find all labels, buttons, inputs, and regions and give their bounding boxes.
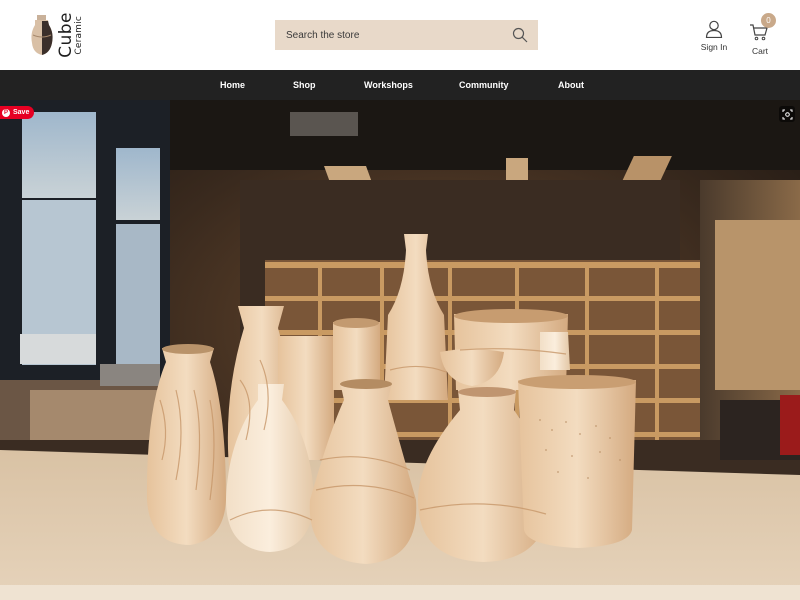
search-input[interactable] — [275, 20, 500, 50]
search-bar — [275, 20, 538, 50]
brand-logo[interactable]: Ceramic Cube — [30, 10, 90, 60]
brand-line-1: Ceramic — [74, 15, 84, 55]
cart-button[interactable]: 0 Cart — [745, 13, 776, 56]
nav-item-workshops[interactable]: Workshops — [364, 70, 413, 100]
hero-image — [0, 100, 800, 600]
brand-line-2: Cube — [56, 12, 76, 58]
cart-label: Cart — [751, 46, 769, 56]
search-icon[interactable] — [510, 25, 530, 45]
cart-count-badge: 0 — [761, 13, 776, 28]
main-nav: Home Shop Workshops Community About — [0, 70, 800, 100]
pinterest-icon: P — [2, 108, 10, 117]
nav-item-community[interactable]: Community — [459, 70, 509, 100]
sign-in-button[interactable]: Sign In — [699, 20, 729, 52]
hero-photo-vases — [0, 100, 800, 600]
visual-search-icon[interactable] — [779, 106, 795, 122]
nav-item-about[interactable]: About — [558, 70, 584, 100]
brand-wordmark: Ceramic Cube — [56, 12, 84, 58]
nav-item-shop[interactable]: Shop — [293, 70, 316, 100]
vase-logo-icon — [31, 15, 53, 55]
nav-item-home[interactable]: Home — [220, 70, 245, 100]
user-icon — [705, 20, 723, 38]
site-header: Ceramic Cube Sign In 0 Cart — [0, 0, 800, 70]
pinterest-save-button[interactable]: P Save — [0, 106, 35, 119]
sign-in-label: Sign In — [700, 42, 728, 52]
save-label: Save — [13, 109, 30, 116]
